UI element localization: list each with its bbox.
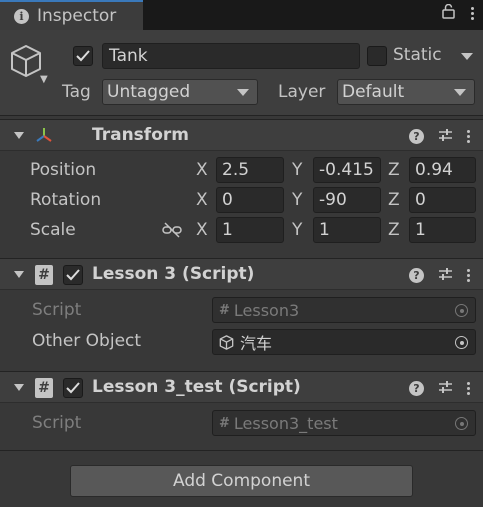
script-value: Lesson3 [233, 300, 300, 320]
layer-dropdown[interactable]: Default [337, 79, 475, 105]
preset-sliders-icon[interactable] [438, 266, 453, 285]
kebab-menu-icon[interactable] [467, 269, 471, 282]
object-picker-icon [455, 304, 468, 317]
position-z-field[interactable]: 0.94 [409, 157, 476, 183]
script-hash-icon: # [35, 265, 53, 285]
preset-sliders-icon[interactable] [438, 379, 453, 398]
kebab-menu-icon[interactable] [471, 7, 475, 20]
tag-label: Tag [62, 82, 91, 102]
rotation-y-field[interactable]: -90 [313, 187, 381, 213]
position-label: Position [30, 160, 97, 180]
axis-x-label[interactable]: X [196, 160, 208, 180]
transform-title: Transform [92, 125, 189, 145]
script-label: Script [32, 413, 82, 433]
rotation-z-field[interactable]: 0 [409, 187, 476, 213]
checkmark-icon [66, 382, 80, 394]
transform-header[interactable]: Transform ? [0, 119, 483, 151]
position-y-field[interactable]: -0.415 [313, 157, 381, 183]
object-picker-icon [455, 417, 468, 430]
component-title: Lesson 3_test (Script) [92, 377, 301, 397]
layer-label: Layer [278, 82, 326, 102]
divider [0, 450, 483, 451]
help-icon[interactable]: ? [409, 129, 424, 144]
axis-z-label[interactable]: Z [388, 220, 400, 240]
scale-label: Scale [30, 220, 76, 240]
axis-y-label[interactable]: Y [292, 190, 302, 210]
name-field[interactable]: Tank [102, 43, 360, 69]
scale-z-field[interactable]: 1 [409, 217, 476, 243]
axis-x-label[interactable]: X [196, 220, 208, 240]
tab-inspector[interactable]: i Inspector [0, 0, 143, 30]
other-object-value: 汽车 [240, 334, 273, 353]
transform-axes-icon [34, 126, 54, 148]
cube-icon[interactable] [10, 44, 42, 82]
help-icon[interactable]: ? [409, 381, 424, 396]
scale-y-field[interactable]: 1 [313, 217, 381, 243]
script-hash-icon: # [219, 302, 230, 318]
preset-sliders-icon[interactable] [438, 127, 453, 146]
object-picker-icon[interactable] [455, 336, 468, 349]
chevron-down-icon [454, 89, 466, 96]
script-field: # Lesson3 [212, 297, 476, 323]
cube-icon [219, 334, 234, 350]
tab-bar: i Inspector [0, 0, 483, 30]
script-value: Lesson3_test [233, 413, 338, 433]
script-field: # Lesson3_test [212, 410, 476, 436]
script-hash-icon: # [219, 415, 230, 431]
static-dropdown-icon[interactable] [461, 53, 473, 60]
lock-icon[interactable] [442, 3, 455, 23]
chevron-down-icon [237, 89, 249, 96]
foldout-arrow-icon[interactable] [14, 384, 24, 391]
component-title: Lesson 3 (Script) [92, 264, 255, 284]
tab-label: Inspector [37, 6, 117, 26]
static-label: Static [393, 45, 442, 65]
layer-value: Default [342, 82, 405, 102]
scale-x-field[interactable]: 1 [216, 217, 284, 243]
chevron-down-icon[interactable]: ▼ [40, 74, 48, 85]
component-header-lesson3[interactable]: # Lesson 3 (Script) ? [0, 258, 483, 290]
foldout-arrow-icon[interactable] [14, 132, 24, 139]
tag-value: Untagged [107, 82, 191, 102]
axis-y-label[interactable]: Y [292, 160, 302, 180]
component-enabled-toggle[interactable] [63, 378, 83, 398]
gameobject-header: ▼ Tank Static Tag Untagged Layer Default [0, 30, 483, 116]
rotation-x-field[interactable]: 0 [216, 187, 284, 213]
component-enabled-toggle[interactable] [63, 265, 83, 285]
kebab-menu-icon[interactable] [467, 382, 471, 395]
position-x-field[interactable]: 2.5 [216, 157, 284, 183]
active-toggle[interactable] [73, 46, 93, 66]
axis-y-label[interactable]: Y [292, 220, 302, 240]
axis-z-label[interactable]: Z [388, 190, 400, 210]
component-header-lesson3-test[interactable]: # Lesson 3_test (Script) ? [0, 371, 483, 403]
script-label: Script [32, 300, 82, 320]
script-hash-icon: # [35, 378, 53, 398]
axis-x-label[interactable]: X [196, 190, 208, 210]
axis-z-label[interactable]: Z [388, 160, 400, 180]
other-object-label: Other Object [32, 331, 142, 351]
help-icon[interactable]: ? [409, 268, 424, 283]
checkmark-icon [76, 50, 90, 62]
foldout-arrow-icon[interactable] [14, 271, 24, 278]
other-object-field[interactable]: 汽车 [212, 329, 476, 355]
info-icon: i [14, 8, 29, 24]
rotation-label: Rotation [30, 190, 102, 210]
static-toggle[interactable] [367, 46, 387, 66]
kebab-menu-icon[interactable] [467, 130, 471, 143]
checkmark-icon [66, 269, 80, 281]
tag-dropdown[interactable]: Untagged [102, 79, 258, 105]
link-icon[interactable] [162, 222, 182, 242]
add-component-button[interactable]: Add Component [70, 465, 413, 497]
